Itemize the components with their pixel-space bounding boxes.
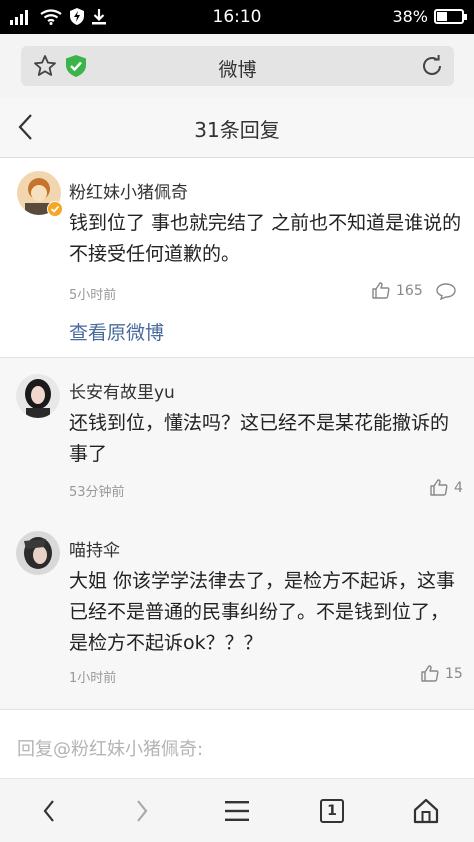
nav-tabs-button[interactable]: 1 [312,791,352,831]
refresh-icon[interactable] [420,54,444,82]
like-button[interactable]: 4 [430,479,463,496]
battery-percent: 38% [392,7,428,26]
verified-badge-icon [47,201,63,217]
comment-time: 5小时前 [69,288,117,303]
reply-time: 53分钟前 [69,485,125,500]
avatar[interactable] [16,374,60,418]
menu-icon [225,801,249,821]
avatar[interactable] [16,531,60,575]
like-count: 4 [454,479,463,496]
like-button[interactable]: 165 [372,282,423,299]
like-count: 15 [445,665,463,682]
reply-time: 1小时前 [69,671,117,686]
browser-toolbar: 微博 [0,34,474,98]
page-header: 31条回复 [0,98,474,158]
page-url-title: 微博 [218,59,257,81]
reply-input-placeholder: 回复@粉红妹小猪佩奇: [17,739,204,760]
battery-icon [434,9,467,24]
chevron-left-icon [43,800,54,822]
battery-indicator: 38% [392,7,467,26]
thumbs-up-icon [430,479,448,496]
comment-text: 钱到位了 事也就完结了 之前也不知道是谁说的不接受任何道歉的。 [69,212,462,265]
nav-forward-button[interactable] [122,791,162,831]
comment-username[interactable]: 粉红妹小猪佩奇 [69,178,188,203]
status-bar: 16:10 38% [0,0,474,34]
nav-menu-button[interactable] [217,791,257,831]
thumbs-up-icon [421,665,439,682]
nav-home-button[interactable] [406,791,446,831]
home-icon [413,798,439,824]
reply-input-field[interactable]: 回复@粉红妹小猪佩奇: [0,711,474,779]
main-comment: 粉红妹小猪佩奇 钱到位了 事也就完结了 之前也不知道是谁说的不接受任何道歉的。 … [0,158,474,358]
like-button[interactable]: 15 [421,665,463,682]
comment-bubble-icon[interactable] [436,283,456,304]
like-count: 165 [396,282,423,299]
tabs-icon: 1 [320,799,344,823]
address-bar[interactable]: 微博 [21,46,454,86]
reply-text: 还钱到位，懂法吗？这已经不是某花能撤诉的事了 [69,412,450,465]
chevron-right-icon [137,800,148,822]
reply-username[interactable]: 喵持伞 [69,536,120,561]
reply-list: 长安有故里yu 还钱到位，懂法吗？这已经不是某花能撤诉的事了 53分钟前 4 喵… [0,358,474,710]
view-original-weibo-link[interactable]: 查看原微博 [69,318,164,345]
reply-username[interactable]: 长安有故里yu [69,378,175,403]
tab-count: 1 [327,803,337,819]
nav-back-button[interactable] [29,791,69,831]
reply-text: 大姐 你该学学法律去了，是检方不起诉，这事已经不是普通的民事纠纷了。不是钱到位了… [69,570,456,654]
thumbs-up-icon [372,282,390,299]
browser-bottom-nav: 1 [0,779,474,842]
page-title: 31条回复 [194,118,280,142]
